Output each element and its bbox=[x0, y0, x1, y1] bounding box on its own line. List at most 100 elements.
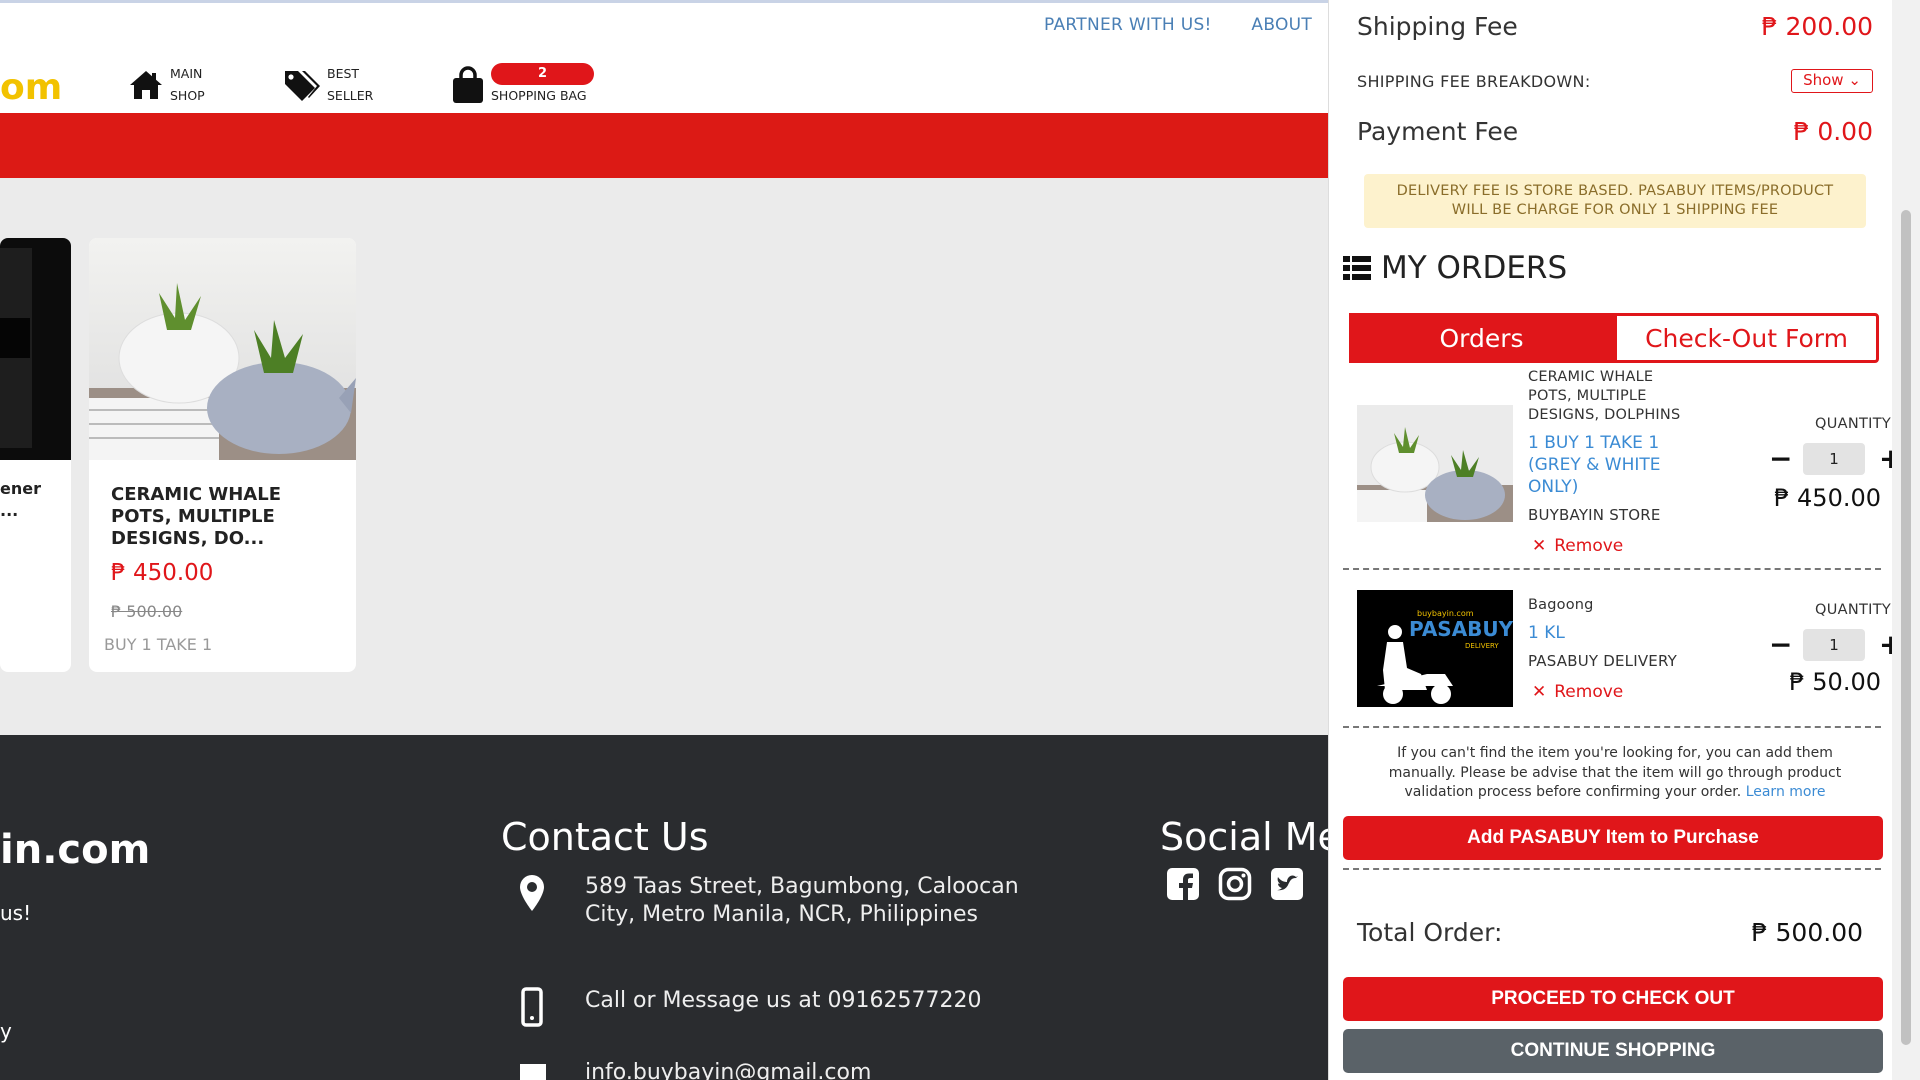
quantity-label: QUANTITY bbox=[1815, 602, 1892, 618]
order-tabs: Orders Check-Out Form bbox=[1349, 313, 1879, 363]
nav-main-shop-label: MAIN SHOP bbox=[170, 66, 205, 103]
shopping-bag-label: SHOPPING BAG bbox=[491, 88, 587, 103]
product-card[interactable]: CERAMIC WHALE POTS, MULTIPLE DESIGNS, DO… bbox=[89, 238, 356, 672]
quantity-input[interactable]: 1 bbox=[1803, 442, 1865, 475]
about-link[interactable]: ABOUT bbox=[1251, 15, 1312, 35]
my-orders-heading: MY ORDERS bbox=[1343, 250, 1567, 286]
remove-item-button[interactable]: ✕ Remove bbox=[1532, 682, 1623, 702]
payment-fee-row: Payment Fee ₱ 0.00 bbox=[1357, 117, 1873, 146]
cart-item-image: buybayin.com PASABUY DELIVERY bbox=[1357, 590, 1513, 707]
delivery-fee-notice: DELIVERY FEE IS STORE BASED. PASABUY ITE… bbox=[1364, 174, 1866, 228]
total-order-label: Total Order: bbox=[1357, 918, 1503, 947]
product-image bbox=[89, 238, 356, 460]
instagram-icon[interactable] bbox=[1218, 867, 1252, 901]
cart-item-store: BUYBAYIN STORE bbox=[1528, 506, 1661, 524]
footer-phone: Call or Message us at 09162577220 bbox=[517, 987, 981, 1027]
cart-item-price: ₱ 50.00 bbox=[1789, 668, 1881, 696]
nav-best-seller[interactable]: BEST SELLER bbox=[283, 63, 373, 107]
cart-item-store: PASABUY DELIVERY bbox=[1528, 652, 1677, 670]
product-price: ₱ 450.00 bbox=[111, 560, 214, 586]
email-text[interactable]: info.buybayin@gmail.com bbox=[585, 1059, 871, 1080]
quantity-stepper: − 1 + bbox=[1769, 628, 1902, 661]
nav-main-shop[interactable]: MAIN SHOP bbox=[128, 63, 205, 107]
manual-add-help-text: If you can't find the item you're lookin… bbox=[1388, 745, 1842, 800]
cart-item-variant: 1 KL bbox=[1528, 623, 1565, 643]
shipping-breakdown-label: SHIPPING FEE BREAKDOWN: bbox=[1357, 71, 1591, 91]
whale-pot-photo bbox=[89, 283, 356, 460]
address-text: 589 Taas Street, Bagumbong, Caloocan City… bbox=[585, 874, 1019, 927]
proceed-checkout-button[interactable]: PROCEED TO CHECK OUT bbox=[1343, 977, 1883, 1021]
partner-link[interactable]: PARTNER WITH US! bbox=[1044, 15, 1212, 35]
envelope-icon bbox=[520, 1064, 546, 1080]
pasabuy-logo-sub: DELIVERY bbox=[1465, 642, 1499, 650]
breakdown-toggle-select[interactable]: Show ⌄ bbox=[1791, 69, 1873, 93]
cart-item-image bbox=[1357, 405, 1513, 522]
payment-fee-value: ₱ 0.00 bbox=[1793, 117, 1873, 146]
payment-fee-label: Payment Fee bbox=[1357, 117, 1519, 146]
cart-item-price: ₱ 450.00 bbox=[1774, 484, 1881, 512]
home-icon bbox=[130, 71, 162, 99]
top-links: PARTNER WITH US! ABOUT bbox=[1044, 15, 1346, 35]
pasabuy-logo-text: PASABUY bbox=[1409, 617, 1513, 641]
contact-us-heading: Contact Us bbox=[501, 815, 709, 859]
cart-item: CERAMIC WHALE POTS, MULTIPLE DESIGNS, DO… bbox=[1357, 368, 1902, 558]
social-media-heading: Social Me bbox=[1160, 815, 1341, 859]
facebook-icon[interactable] bbox=[1166, 867, 1200, 901]
continue-shopping-button[interactable]: CONTINUE SHOPPING bbox=[1343, 1029, 1883, 1073]
shipping-breakdown-row: SHIPPING FEE BREAKDOWN: Show ⌄ bbox=[1357, 69, 1873, 93]
product-title: ener... bbox=[0, 479, 41, 520]
footer-text-fragment: y bbox=[0, 1019, 12, 1043]
scrollbar[interactable] bbox=[1892, 0, 1920, 1080]
learn-more-link[interactable]: Learn more bbox=[1746, 784, 1826, 800]
quantity-label: QUANTITY bbox=[1815, 416, 1892, 432]
quantity-stepper: − 1 + bbox=[1769, 442, 1902, 475]
product-image bbox=[0, 238, 71, 460]
shopping-bag-icon bbox=[453, 66, 483, 103]
add-pasabuy-item-button[interactable]: Add PASABUY Item to Purchase bbox=[1343, 816, 1883, 860]
cart-sidebar: Shipping Fee ₱ 200.00 SHIPPING FEE BREAK… bbox=[1328, 0, 1902, 1080]
tags-icon bbox=[285, 71, 320, 101]
footer-brand: in.com bbox=[0, 827, 151, 873]
cart-item: buybayin.com PASABUY DELIVERY Bagoong 1 … bbox=[1357, 590, 1902, 710]
footer-tagline: us! bbox=[0, 901, 32, 925]
social-icons bbox=[1166, 867, 1304, 901]
site-logo[interactable]: om bbox=[0, 67, 62, 108]
cart-item-variant: 1 BUY 1 TAKE 1 (GREY & WHITE ONLY) bbox=[1528, 433, 1661, 497]
page: PARTNER WITH US! ABOUT om MAIN SHOP BEST S… bbox=[0, 0, 1920, 1080]
chevron-down-icon: ⌄ bbox=[1848, 71, 1861, 89]
my-orders-title: MY ORDERS bbox=[1381, 250, 1568, 286]
list-icon bbox=[1343, 256, 1371, 280]
mobile-phone-icon bbox=[521, 987, 543, 1027]
shipping-fee-value: ₱ 200.00 bbox=[1761, 12, 1873, 41]
cart-item-name: CERAMIC WHALE POTS, MULTIPLE DESIGNS, DO… bbox=[1528, 369, 1681, 423]
product-promo: BUY 1 TAKE 1 bbox=[104, 635, 213, 654]
shopping-bag-text: 2 SHOPPING BAG bbox=[491, 63, 594, 107]
cart-count-badge: 2 bbox=[491, 63, 594, 85]
scrollbar-thumb[interactable] bbox=[1901, 210, 1911, 1045]
cart-item-name: Bagoong bbox=[1528, 597, 1594, 613]
shipping-fee-label: Shipping Fee bbox=[1357, 12, 1518, 41]
phone-text[interactable]: Call or Message us at 09162577220 bbox=[585, 987, 981, 1027]
tab-orders[interactable]: Orders bbox=[1349, 313, 1614, 363]
product-photo-dark bbox=[0, 248, 32, 448]
divider bbox=[1343, 726, 1881, 728]
product-card[interactable]: ener... bbox=[0, 238, 71, 672]
remove-item-button[interactable]: ✕ Remove bbox=[1532, 536, 1623, 556]
close-icon: ✕ bbox=[1532, 682, 1547, 702]
divider bbox=[1343, 868, 1881, 870]
product-old-price: ₱ 500.00 bbox=[111, 602, 183, 621]
decrease-qty-button[interactable]: − bbox=[1769, 628, 1792, 661]
nav-shopping-bag[interactable]: 2 SHOPPING BAG bbox=[451, 63, 594, 107]
nav-best-seller-label: BEST SELLER bbox=[327, 66, 374, 103]
close-icon: ✕ bbox=[1532, 536, 1547, 556]
location-pin-icon bbox=[520, 875, 544, 911]
footer-email: info.buybayin@gmail.com bbox=[517, 1059, 871, 1080]
footer-address: 589 Taas Street, Bagumbong, Caloocan City… bbox=[517, 873, 1019, 929]
quantity-input[interactable]: 1 bbox=[1803, 628, 1865, 661]
total-order-row: Total Order: ₱ 500.00 bbox=[1357, 918, 1863, 947]
tab-checkout-form[interactable]: Check-Out Form bbox=[1614, 313, 1879, 363]
product-title: CERAMIC WHALE POTS, MULTIPLE DESIGNS, DO… bbox=[111, 484, 281, 549]
twitter-icon[interactable] bbox=[1270, 867, 1304, 901]
decrease-qty-button[interactable]: − bbox=[1769, 442, 1792, 475]
divider bbox=[1343, 568, 1881, 570]
